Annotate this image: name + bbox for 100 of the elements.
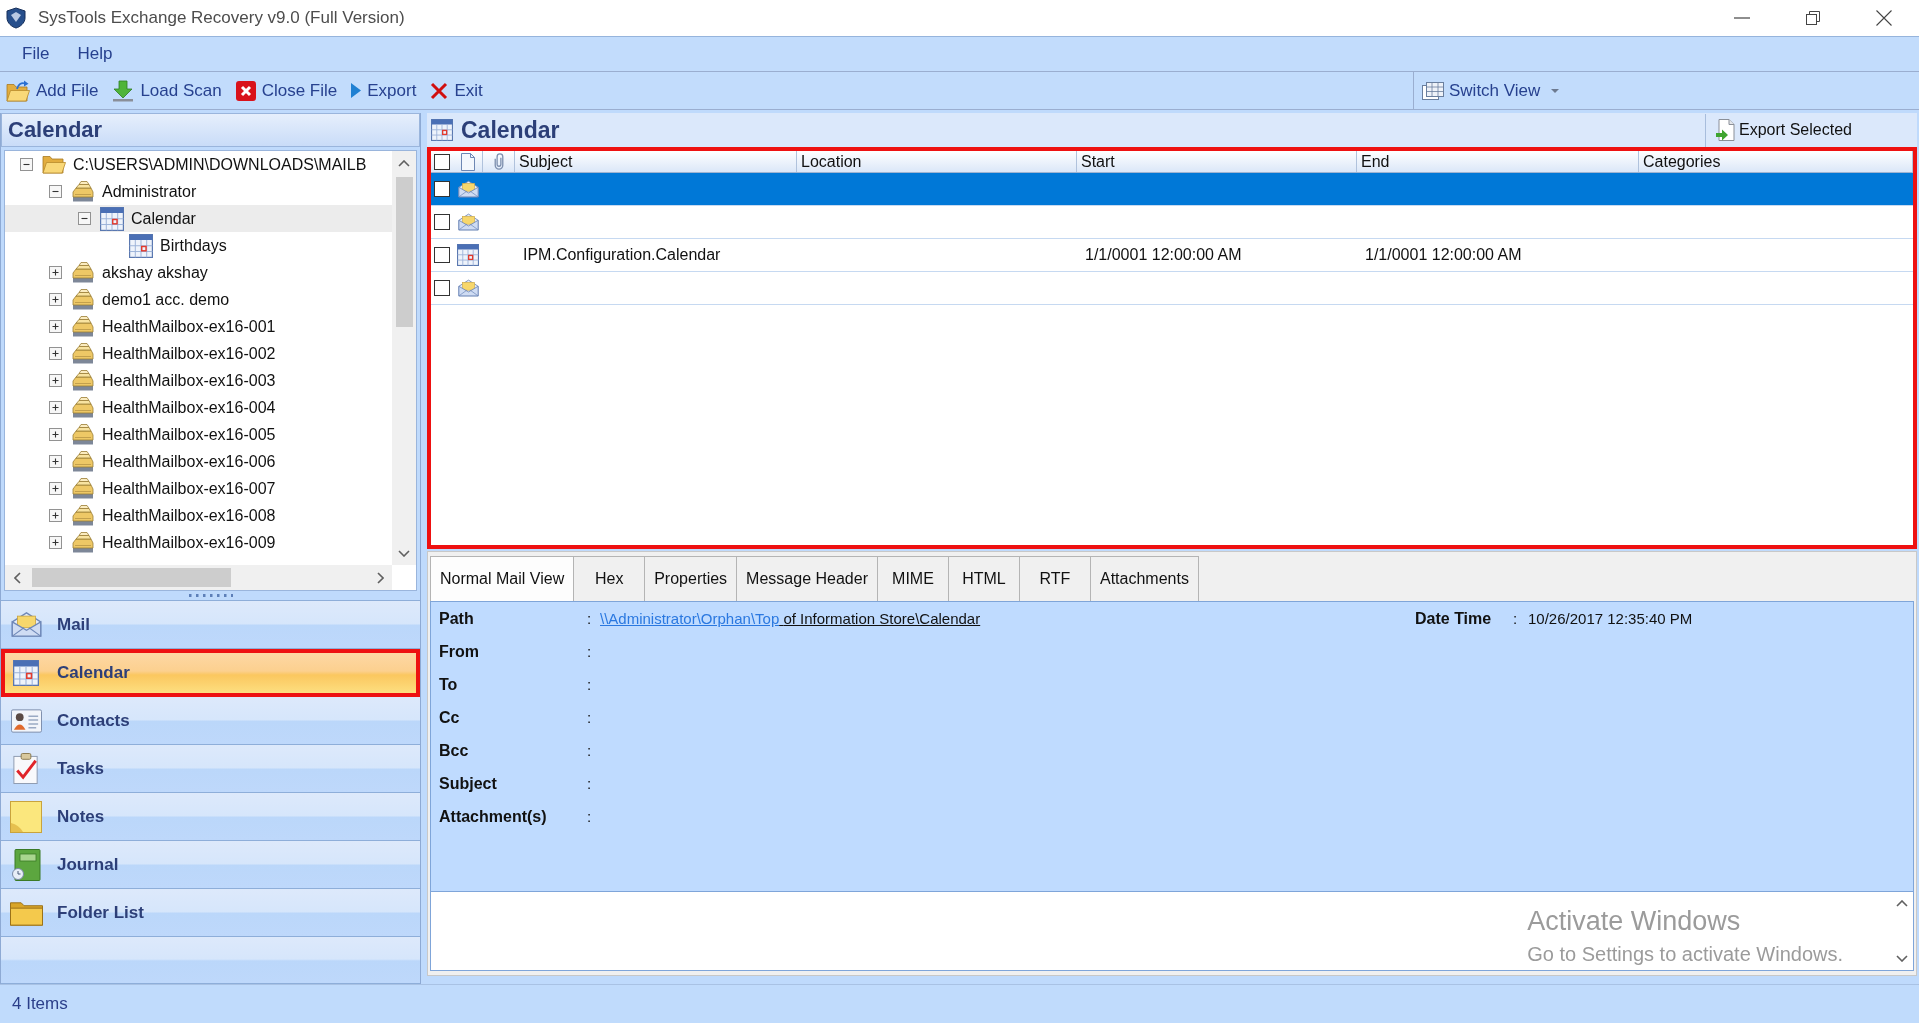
table-row[interactable]: IPM.Configuration.Calendar 1/1/0001 12:00:00 AM 1/1/0001 12:00:00 AM bbox=[431, 239, 1913, 272]
field-separator: : bbox=[587, 643, 593, 660]
restore-icon bbox=[1805, 11, 1820, 25]
view-dropdown-button[interactable]: Switch View bbox=[1417, 75, 1565, 106]
activation-notice-title: Activate Windows bbox=[1527, 906, 1742, 937]
document-icon bbox=[460, 152, 475, 171]
drawer-stack-icon bbox=[71, 424, 95, 445]
status-text: 4 Items bbox=[12, 994, 68, 1014]
plus-box-icon[interactable] bbox=[49, 374, 62, 387]
sticky-note-icon bbox=[10, 800, 42, 833]
nav-item[interactable]: Journal bbox=[1, 841, 420, 889]
select-all-checkbox[interactable] bbox=[434, 153, 450, 170]
tab[interactable]: Attachments bbox=[1089, 556, 1199, 601]
menu-item[interactable]: Help bbox=[65, 40, 125, 68]
tree-item[interactable]: HealthMailbox-ex16-001 bbox=[5, 313, 392, 340]
tree-item[interactable]: HealthMailbox-ex16-005 bbox=[5, 421, 392, 448]
envelope-icon bbox=[457, 213, 479, 231]
tree-item[interactable]: HealthMailbox-ex16-002 bbox=[5, 340, 392, 367]
minus-box-icon[interactable] bbox=[49, 185, 62, 198]
caret-icon bbox=[1551, 88, 1560, 93]
nav-item[interactable]: Mail bbox=[1, 601, 420, 649]
toolbar-button[interactable]: Export bbox=[346, 75, 422, 106]
menu-item[interactable]: File bbox=[10, 40, 62, 68]
field-separator: : bbox=[587, 742, 593, 759]
row-checkbox[interactable] bbox=[434, 280, 450, 296]
tree-item[interactable]: demo1 acc. demo bbox=[5, 286, 392, 313]
toolbar-button[interactable]: Close File bbox=[230, 75, 343, 106]
vertical-scrollbar[interactable] bbox=[392, 151, 416, 565]
plus-box-icon[interactable] bbox=[49, 428, 62, 441]
table-cell-text: IPM.Configuration.Calendar bbox=[522, 245, 722, 265]
field-label: Subject bbox=[439, 774, 498, 793]
field-separator: : bbox=[587, 808, 593, 825]
folder-icon bbox=[42, 155, 66, 174]
field-separator: : bbox=[1513, 610, 1519, 627]
field-separator: : bbox=[587, 709, 593, 726]
nav-item[interactable]: Notes bbox=[1, 793, 420, 841]
tree-item[interactable]: HealthMailbox-ex16-004 bbox=[5, 394, 392, 421]
calendar-icon bbox=[129, 233, 153, 258]
envelope-icon bbox=[457, 180, 479, 198]
tree-item[interactable]: Calendar bbox=[5, 205, 392, 232]
nav-item[interactable]: Contacts bbox=[1, 697, 420, 745]
scrollbar-thumb[interactable] bbox=[395, 177, 413, 327]
tab[interactable]: Normal Mail View bbox=[430, 556, 575, 601]
toolbar-button[interactable]: Load Scan bbox=[107, 75, 227, 106]
row-checkbox[interactable] bbox=[434, 181, 450, 197]
field-value: \\Administrator\Orphan\Top of Information Store\Calendar bbox=[600, 610, 981, 627]
shield-logo-icon bbox=[5, 7, 27, 29]
chevron-left-icon[interactable] bbox=[13, 571, 21, 584]
chevron-down-icon[interactable] bbox=[398, 549, 410, 557]
row-checkbox[interactable] bbox=[434, 214, 450, 230]
tree-item[interactable]: HealthMailbox-ex16-003 bbox=[5, 367, 392, 394]
column-header[interactable]: Categories bbox=[1639, 151, 1913, 172]
field-separator: : bbox=[587, 610, 593, 627]
column-header[interactable]: Subject bbox=[515, 151, 797, 172]
drawer-stack-icon bbox=[71, 505, 95, 526]
splitter-grip[interactable] bbox=[188, 594, 233, 597]
drawer-stack-icon bbox=[71, 181, 95, 202]
tree-item[interactable]: Administrator bbox=[5, 178, 392, 205]
minus-box-icon[interactable] bbox=[20, 158, 33, 171]
plus-box-icon[interactable] bbox=[49, 266, 62, 279]
download-icon bbox=[112, 79, 135, 102]
tree-item[interactable]: Birthdays bbox=[5, 232, 392, 259]
tree-item[interactable]: C:\USERS\ADMIN\DOWNLOADS\MAILB bbox=[5, 151, 392, 178]
chevron-up-icon[interactable] bbox=[398, 159, 410, 167]
scrollbar-thumb[interactable] bbox=[32, 568, 231, 587]
paperclip-icon bbox=[493, 153, 504, 170]
tree-item[interactable]: HealthMailbox-ex16-007 bbox=[5, 475, 392, 502]
toolbar-button[interactable]: Add File bbox=[1, 75, 104, 106]
plus-box-icon[interactable] bbox=[49, 347, 62, 360]
plus-box-icon[interactable] bbox=[49, 509, 62, 522]
nav-item[interactable]: Folder List bbox=[1, 889, 420, 937]
close-icon bbox=[1875, 10, 1892, 26]
column-header[interactable]: End bbox=[1357, 151, 1639, 172]
tree-item[interactable]: HealthMailbox-ex16-008 bbox=[5, 502, 392, 529]
chevron-right-icon[interactable] bbox=[376, 571, 384, 584]
tree-item[interactable]: HealthMailbox-ex16-009 bbox=[5, 529, 392, 556]
chevron-up-icon[interactable] bbox=[1896, 900, 1908, 907]
nav-item[interactable]: Tasks bbox=[1, 745, 420, 793]
column-header[interactable]: Start bbox=[1077, 151, 1357, 172]
folder-icon bbox=[9, 899, 43, 926]
row-checkbox[interactable] bbox=[434, 247, 450, 263]
column-header[interactable]: Location bbox=[797, 151, 1077, 172]
calendar-icon bbox=[100, 206, 124, 231]
plus-box-icon[interactable] bbox=[49, 482, 62, 495]
nav-item[interactable]: Calendar bbox=[1, 649, 420, 697]
plus-box-icon[interactable] bbox=[49, 320, 62, 333]
field-label: Date Time bbox=[1415, 609, 1493, 628]
toolbar-button[interactable]: Exit bbox=[425, 75, 488, 106]
plus-box-icon[interactable] bbox=[49, 401, 62, 414]
panel-title: Calendar bbox=[461, 116, 560, 144]
tree-item[interactable]: HealthMailbox-ex16-006 bbox=[5, 448, 392, 475]
plus-box-icon[interactable] bbox=[49, 293, 62, 306]
envelope-icon bbox=[10, 611, 42, 638]
plus-box-icon[interactable] bbox=[49, 455, 62, 468]
plus-box-icon[interactable] bbox=[49, 536, 62, 549]
tree-item[interactable]: akshay akshay bbox=[5, 259, 392, 286]
horizontal-scrollbar[interactable] bbox=[5, 565, 392, 590]
minus-box-icon[interactable] bbox=[78, 212, 91, 225]
field-value: 10/26/2017 12:35:40 PM bbox=[1528, 610, 1693, 627]
chevron-down-icon[interactable] bbox=[1896, 955, 1908, 962]
